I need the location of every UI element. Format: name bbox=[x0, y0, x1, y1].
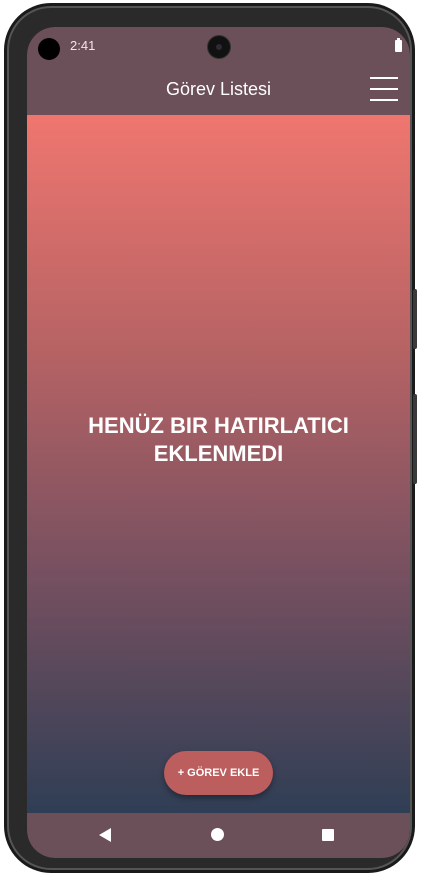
volume-button bbox=[413, 394, 417, 484]
status-bar: 2:41 bbox=[27, 27, 410, 65]
phone-frame: 2:41 Görev Listesi HENÜZ BIR HATIRLATICI… bbox=[7, 6, 417, 870]
notification-dot-icon bbox=[38, 38, 60, 60]
power-button bbox=[413, 289, 417, 349]
hamburger-menu-icon[interactable] bbox=[368, 73, 400, 105]
task-list-area: HENÜZ BIR HATIRLATICI EKLENMEDI + GÖREV … bbox=[27, 115, 410, 813]
status-time: 2:41 bbox=[70, 38, 96, 53]
menu-line bbox=[370, 99, 398, 101]
empty-state-line-2: EKLENMEDI bbox=[153, 441, 284, 466]
app-bar: Görev Listesi bbox=[27, 65, 410, 115]
recents-icon[interactable] bbox=[322, 829, 334, 841]
front-camera bbox=[208, 36, 230, 58]
phone-screen: 2:41 Görev Listesi HENÜZ BIR HATIRLATICI… bbox=[27, 27, 410, 858]
menu-line bbox=[370, 77, 398, 79]
empty-state-message: HENÜZ BIR HATIRLATICI EKLENMEDI bbox=[47, 412, 390, 468]
back-icon[interactable] bbox=[99, 828, 111, 842]
menu-line bbox=[370, 88, 398, 90]
page-title: Görev Listesi bbox=[165, 79, 272, 99]
add-task-button[interactable]: + GÖREV EKLE bbox=[164, 751, 273, 795]
home-icon[interactable] bbox=[211, 828, 224, 841]
battery-icon bbox=[395, 38, 402, 52]
system-nav-bar bbox=[27, 813, 410, 858]
empty-state-line-1: HENÜZ BIR HATIRLATICI bbox=[88, 413, 349, 438]
